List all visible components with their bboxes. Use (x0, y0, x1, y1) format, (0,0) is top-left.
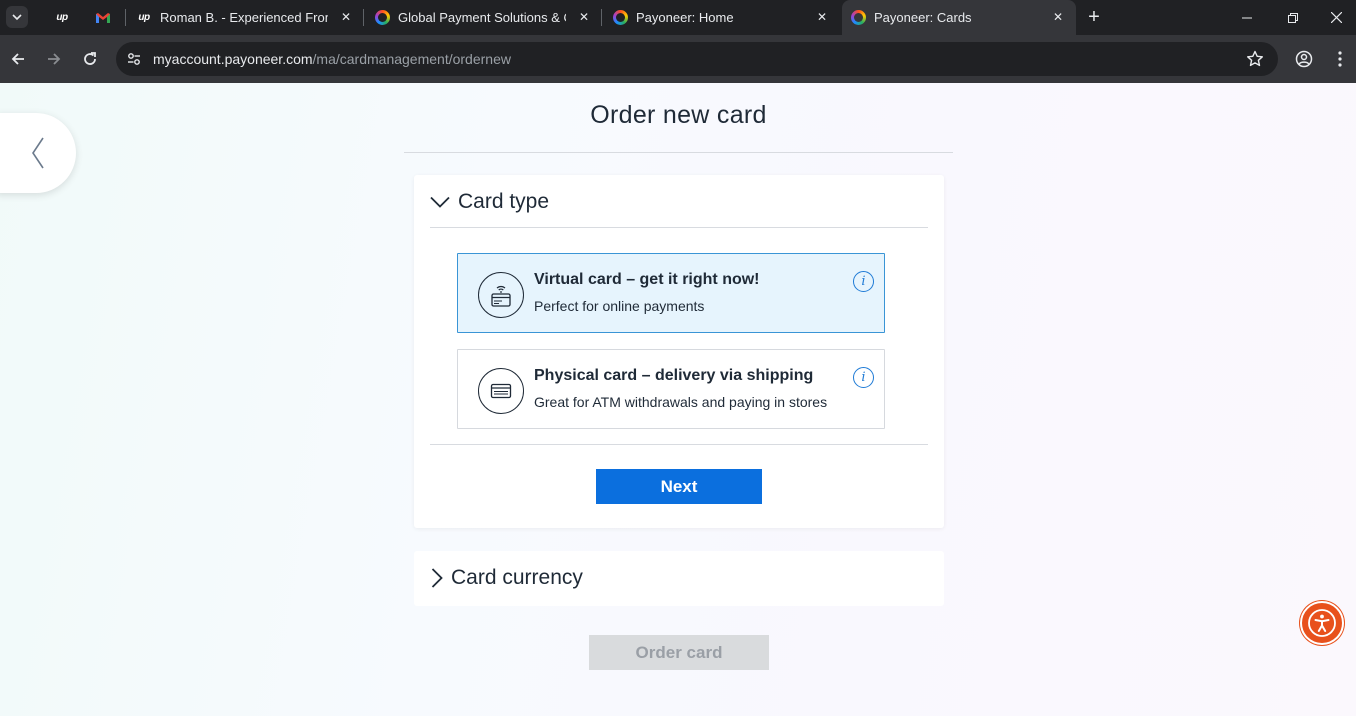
card-type-heading: Card type (458, 190, 550, 213)
physical-card-icon (478, 368, 524, 414)
tab-payoneer-global[interactable]: Global Payment Solutions & On ✕ (366, 0, 600, 35)
physical-card-title: Physical card – delivery via shipping (534, 367, 814, 384)
tab-upwork-profile[interactable]: up Roman B. - Experienced Fronter ✕ (128, 0, 362, 35)
tab-title: Payoneer: Home (636, 10, 734, 25)
close-icon[interactable]: ✕ (814, 9, 830, 25)
forward-button[interactable] (42, 47, 66, 71)
tab-separator (125, 9, 126, 26)
accessibility-icon (1308, 609, 1336, 637)
tab-gmail-pinned[interactable] (86, 0, 120, 35)
reload-icon (84, 52, 96, 65)
arrow-right-icon (48, 53, 61, 65)
arrow-left-icon (11, 53, 24, 65)
tab-payoneer-home[interactable]: Payoneer: Home ✕ (604, 0, 838, 35)
restore-icon (1288, 12, 1298, 23)
address-bar[interactable]: myaccount.payoneer.com/ma/cardmanagement… (116, 42, 1278, 76)
browser-menu-button[interactable] (1328, 47, 1352, 71)
close-icon[interactable]: ✕ (338, 9, 354, 25)
new-tab-button[interactable]: + (1082, 0, 1106, 35)
url-host: myaccount.payoneer.com (153, 51, 313, 67)
profile-button[interactable] (1292, 47, 1316, 71)
card-currency-heading: Card currency (451, 566, 583, 589)
page-content: Order new card Card type Virtual card – … (0, 83, 1356, 716)
physical-card-option[interactable]: Physical card – delivery via shipping Gr… (457, 349, 885, 429)
reload-button[interactable] (78, 47, 102, 71)
gmail-icon (96, 12, 110, 23)
virtual-card-option[interactable]: Virtual card – get it right now! Perfect… (457, 253, 885, 333)
more-vert-icon (1338, 51, 1342, 67)
accessibility-button[interactable] (1300, 601, 1344, 645)
chevron-left-icon (31, 137, 44, 169)
window-close-button[interactable] (1316, 0, 1356, 35)
tab-title: Roman B. - Experienced Fronter (160, 10, 328, 25)
virtual-card-description: Perfect for online payments (534, 298, 705, 314)
chevron-down-icon (12, 14, 22, 21)
payoneer-icon (374, 10, 390, 26)
card-currency-section: Card currency (414, 551, 944, 606)
order-card-button[interactable]: Order card (589, 635, 769, 670)
url-text: myaccount.payoneer.com/ma/cardmanagement… (153, 51, 511, 67)
profile-icon (1295, 50, 1313, 68)
card-type-section: Card type Virtual card – get it right no… (414, 175, 944, 528)
card-type-header[interactable]: Card type (430, 187, 549, 217)
close-icon[interactable]: ✕ (1050, 9, 1066, 25)
back-button[interactable] (6, 47, 30, 71)
url-path: /ma/cardmanagement/ordernew (312, 51, 511, 67)
minimize-button[interactable] (1224, 0, 1270, 35)
tab-payoneer-cards[interactable]: Payoneer: Cards ✕ (842, 0, 1076, 35)
close-icon[interactable]: ✕ (576, 9, 592, 25)
chevron-right-icon (431, 568, 443, 588)
info-icon[interactable]: i (853, 271, 874, 292)
site-settings-icon[interactable] (126, 51, 142, 67)
browser-toolbar: myaccount.payoneer.com/ma/cardmanagement… (0, 35, 1356, 83)
plus-icon: + (1088, 6, 1100, 28)
next-button[interactable]: Next (596, 469, 762, 504)
info-icon[interactable]: i (853, 367, 874, 388)
tab-title: Global Payment Solutions & On (398, 10, 566, 25)
upwork-icon: up (56, 12, 68, 23)
minimize-icon (1242, 17, 1252, 18)
chevron-down-icon (430, 196, 450, 208)
payoneer-icon (612, 10, 628, 26)
browser-tab-strip: up up Roman B. - Experienced Fronter ✕ G… (0, 0, 1356, 35)
card-currency-header[interactable]: Card currency (431, 563, 583, 593)
close-icon (1330, 12, 1342, 23)
physical-card-description: Great for ATM withdrawals and paying in … (534, 394, 828, 410)
restore-button[interactable] (1270, 0, 1316, 35)
tab-separator (601, 9, 602, 26)
tab-title: Payoneer: Cards (874, 10, 972, 25)
tab-search-button[interactable] (6, 6, 28, 28)
page-title: Order new card (590, 101, 767, 129)
bookmark-star-icon[interactable] (1246, 50, 1264, 68)
divider (430, 227, 928, 228)
divider (430, 444, 928, 445)
sidebar-toggle-button[interactable] (0, 113, 76, 193)
virtual-card-icon (478, 272, 524, 318)
divider (404, 152, 953, 153)
upwork-icon: up (138, 12, 150, 23)
tab-upwork-pinned[interactable]: up (40, 0, 84, 35)
tab-separator (363, 9, 364, 26)
payoneer-icon (850, 10, 866, 26)
virtual-card-title: Virtual card – get it right now! (534, 271, 760, 288)
